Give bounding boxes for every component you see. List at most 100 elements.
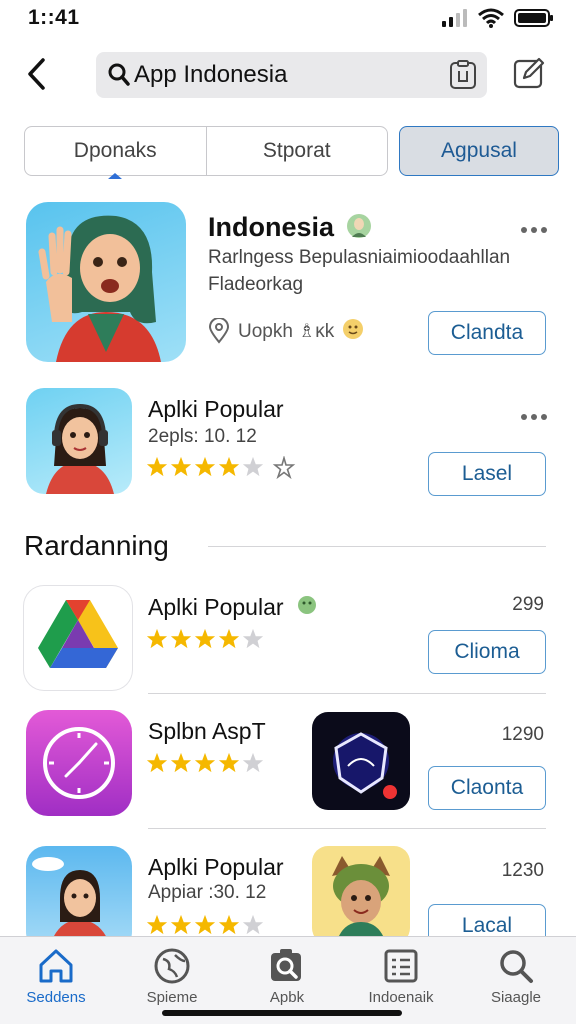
list-item-title: Splbn AspT [148,718,266,744]
chevron-left-icon [28,58,45,90]
emoji-icon [343,319,363,339]
tab-list-label: Indoenaik [368,989,434,1006]
popular-subtitle: 2epls: 10. 12 [148,426,257,447]
star-empty-icon [242,628,264,649]
list-icon [384,949,418,983]
popular-card[interactable]: Aplki Popular 2epls: 10. 12 Lasel [0,386,576,498]
status-icons [442,8,554,28]
sparkle-icon [272,456,296,480]
section-divider [208,546,546,547]
signal-icon [442,9,467,27]
list-item-count: 1230 [501,860,544,881]
star-icon [194,914,216,935]
star-empty-icon [242,752,264,773]
compose-icon[interactable] [512,56,546,90]
list-item-action-button[interactable]: Clioma [428,630,546,674]
search-field[interactable]: App Indonesia [96,52,487,98]
featured-title: Indonesia [208,212,335,242]
list-item[interactable]: Aplki Popular Appiar :30. 12 1230 Lacal [0,846,576,936]
tab-home[interactable]: Seddens [6,947,106,1006]
tab-globe-label: Spieme [146,989,198,1006]
star-icon [170,628,192,649]
featured-thumbnail [26,202,186,362]
segmented-control: Dponaks Stporat [24,126,388,179]
app-icon-clock [26,710,132,816]
list-item-action-button[interactable]: Lacal [428,904,546,936]
star-icon [194,456,216,477]
tab-home-label: Seddens [26,989,86,1006]
star-icon [170,456,192,477]
list-item-action-button[interactable]: Claonta [428,766,546,810]
list-item[interactable]: Aplki Popular 299 Clioma [0,586,576,692]
featured-action-button[interactable]: Clandta [428,311,546,355]
featured-desc-line-2: Fladeorkag [208,274,304,295]
segment-1-label: Dponaks [73,139,157,162]
segment-2[interactable]: Stporat [205,127,388,175]
clipboard-icon[interactable] [449,60,477,90]
star-icon [170,914,192,935]
location-pin-icon [208,318,230,344]
more-icon[interactable] [520,413,548,421]
tab-globe[interactable]: Spieme [122,947,222,1006]
triangle-logo-icon [38,600,118,668]
segment-active-button[interactable]: Agpusal [399,126,559,176]
star-icon [146,456,168,477]
nav-bar: App Indonesia [0,44,576,108]
popular-thumbnail [26,388,132,494]
segment-indicator [108,173,123,179]
featured-desc-line-1: Rarlngess Bepulasniaimioodaahllan [208,247,511,268]
tab-search[interactable]: Siaagle [466,947,566,1006]
star-empty-icon [242,914,264,935]
list-divider [148,693,546,694]
tab-apps[interactable]: Apbk [237,947,337,1006]
featured-card[interactable]: Indonesia Rarlngess Bepulasniaimioodaahl… [0,200,576,370]
tab-list[interactable]: Indoenaik [351,947,451,1006]
back-button[interactable] [20,56,54,92]
list-item-title: Aplki Popular [148,854,284,880]
list-item-title: Aplki Popular [148,594,284,620]
list-item[interactable]: Splbn AspT 1290 Claonta [0,710,576,820]
list-item-action-label: Clioma [454,640,520,663]
character-icon [332,856,390,936]
tab-apps-label: Apbk [269,989,305,1006]
battery-icon [514,9,553,27]
app-icon-drive [24,586,132,690]
segment-1[interactable]: Dponaks [25,127,206,179]
star-icon [218,456,240,477]
home-indicator [162,1010,402,1016]
clock-icon [43,727,115,799]
star-empty-icon [242,456,264,477]
list-item-rating [146,628,264,650]
list-item-action-label: Claonta [450,776,524,799]
search-icon [108,63,130,86]
more-icon[interactable] [520,226,548,234]
star-icon [146,628,168,649]
list-item-subtitle: Appiar :30. 12 [148,882,267,903]
wifi-icon [478,8,504,28]
star-icon [194,752,216,773]
avatar-illustration [38,215,161,362]
list-divider [148,828,546,829]
star-icon [146,752,168,773]
list-item-count: 299 [512,594,544,615]
badge-icon [298,596,316,614]
star-icon [218,752,240,773]
list-item-rating [146,914,264,936]
status-bar: 1::41 [0,0,576,36]
apps-search-icon [271,949,301,981]
status-time: 1::41 [28,6,80,29]
popular-rating [146,456,264,478]
section-title: Rardanning [24,530,169,561]
avatar-illustration [32,857,106,936]
segment-2-label: Stporat [262,139,331,162]
list-item-count: 1290 [501,724,544,745]
popular-title: Aplki Popular [148,396,284,422]
search-icon [500,950,533,983]
segment-active-label: Agpusal [441,139,517,162]
star-icon [218,914,240,935]
app-icon-avatar [26,846,132,936]
star-icon [170,752,192,773]
avatar-headphones-illustration [46,403,114,494]
badge-icon [347,214,371,238]
popular-action-button[interactable]: Lasel [428,452,546,496]
